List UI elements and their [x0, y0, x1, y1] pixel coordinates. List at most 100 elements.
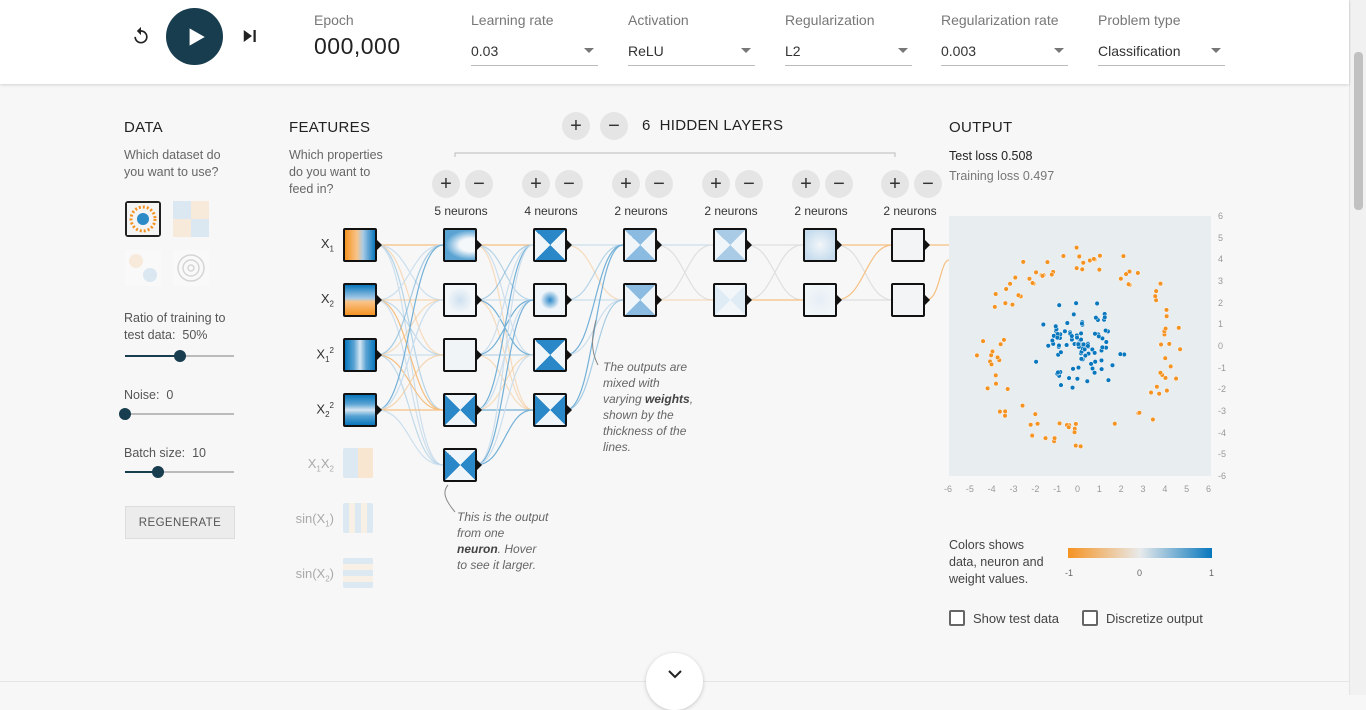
remove-neuron-button-layer-2[interactable]: − [555, 170, 583, 198]
add-neuron-button-layer-1[interactable]: + [432, 170, 460, 198]
test-loss: Test loss 0.508 [949, 149, 1033, 163]
arrow-icon [567, 295, 572, 305]
neuron-l3-2[interactable] [623, 283, 657, 317]
y-tick-label: 0 [1218, 341, 1224, 351]
data-point [1162, 355, 1168, 361]
neuron-l5-1[interactable] [803, 228, 837, 262]
data-point [1054, 335, 1060, 341]
data-point [1078, 330, 1084, 336]
layer-5-neuron-count: 2 neurons [794, 204, 848, 218]
add-neuron-button-layer-2[interactable]: + [522, 170, 550, 198]
legend-mid: 0 [1137, 568, 1143, 578]
data-point [1033, 359, 1039, 365]
neuron-l1-4[interactable] [443, 393, 477, 427]
regularization-select[interactable]: L2 [785, 38, 912, 66]
epoch-label: Epoch [314, 12, 354, 28]
neuron-l4-1[interactable] [713, 228, 747, 262]
scroll-down-button[interactable] [646, 653, 703, 710]
feature-node-x1x2[interactable] [343, 448, 373, 478]
data-point [993, 381, 999, 387]
chevron-down-icon [667, 670, 682, 679]
data-point [1157, 370, 1163, 376]
remove-neuron-button-layer-3[interactable]: − [645, 170, 673, 198]
y-tick-label: -5 [1218, 449, 1227, 460]
neuron-l2-3[interactable] [533, 338, 567, 372]
feature-node-sin-x2[interactable] [343, 558, 373, 588]
neuron-l1-5[interactable] [443, 448, 477, 482]
layer-3-neuron-count: 2 neurons [614, 204, 668, 218]
activation-label: Activation [628, 12, 689, 28]
neuron-l2-4[interactable] [533, 393, 567, 427]
data-point [1120, 253, 1126, 259]
y-tick-label: -2 [1218, 384, 1227, 395]
data-point [1066, 375, 1072, 381]
data-point [1019, 403, 1026, 409]
add-neuron-button-layer-5[interactable]: + [792, 170, 820, 198]
feature-node-sin-x1[interactable] [343, 503, 373, 533]
remove-neuron-button-layer-6[interactable]: − [914, 170, 942, 198]
add-neuron-button-layer-6[interactable]: + [881, 170, 909, 198]
data-point [1096, 333, 1102, 339]
data-point [1028, 422, 1034, 428]
layer-2-neuron-count: 4 neurons [524, 204, 578, 218]
x-tick-label: 5 [1184, 484, 1190, 494]
step-icon[interactable] [238, 24, 260, 48]
x-tick-label: -5 [965, 484, 974, 494]
remove-layer-button[interactable]: − [600, 112, 628, 140]
data-point [1033, 269, 1039, 275]
add-neuron-button-layer-4[interactable]: + [702, 170, 730, 198]
feature-node-x1[interactable] [343, 228, 377, 262]
data-point [1035, 421, 1041, 427]
chevron-down-icon [741, 48, 751, 53]
data-point [1071, 311, 1077, 317]
problem-type-select[interactable]: Classification [1098, 38, 1225, 66]
discretize-output-checkbox[interactable] [1082, 610, 1098, 626]
add-neuron-button-layer-3[interactable]: + [612, 170, 640, 198]
show-test-data-checkbox[interactable] [949, 610, 965, 626]
neuron-l2-2[interactable] [533, 283, 567, 317]
output-plot[interactable] [949, 216, 1211, 476]
x-tick-label: -6 [944, 484, 953, 494]
neuron-l4-2[interactable] [713, 283, 747, 317]
regularization-rate-select[interactable]: 0.003 [941, 38, 1068, 66]
arrow-icon [925, 295, 930, 305]
neuron-l5-2[interactable] [803, 283, 837, 317]
neuron-l6-1[interactable] [891, 228, 925, 262]
feature-node-x2-squared[interactable] [343, 393, 377, 427]
data-point [993, 372, 999, 378]
neuron-l2-1[interactable] [533, 228, 567, 262]
remove-neuron-button-layer-1[interactable]: − [465, 170, 493, 198]
data-point [1044, 259, 1051, 265]
neuron-l6-2[interactable] [891, 283, 925, 317]
y-tick-label: -3 [1218, 406, 1227, 416]
data-point [1002, 413, 1008, 419]
arrow-icon [567, 350, 572, 360]
y-tick-label: -6 [1218, 471, 1227, 481]
neuron-l1-2[interactable] [443, 283, 477, 317]
arrow-icon [477, 295, 482, 305]
learning-rate-select[interactable]: 0.03 [471, 38, 598, 66]
x-tick-label: -4 [987, 484, 996, 494]
show-test-data-label: Show test data [973, 611, 1059, 626]
y-tick-label: 4 [1218, 254, 1224, 265]
neuron-l1-1[interactable] [443, 228, 477, 262]
data-point [998, 341, 1004, 347]
arrow-icon [567, 240, 572, 250]
reset-icon[interactable] [130, 24, 152, 48]
play-button[interactable] [166, 8, 223, 65]
data-point [1030, 280, 1036, 286]
feature-label-x1x2: X1X2 [307, 456, 334, 474]
arrow-icon [477, 350, 482, 360]
remove-neuron-button-layer-4[interactable]: − [735, 170, 763, 198]
data-point [1045, 343, 1051, 349]
activation-select[interactable]: ReLU [628, 38, 755, 66]
feature-node-x1-squared[interactable] [343, 338, 377, 372]
feature-node-x2[interactable] [343, 283, 377, 317]
remove-neuron-button-layer-5[interactable]: − [825, 170, 853, 198]
add-layer-button[interactable]: + [562, 112, 590, 140]
neuron-l3-1[interactable] [623, 228, 657, 262]
neuron-l1-3[interactable] [443, 338, 477, 372]
data-point [1015, 292, 1021, 298]
data-point [1049, 271, 1055, 278]
data-point [980, 338, 986, 344]
